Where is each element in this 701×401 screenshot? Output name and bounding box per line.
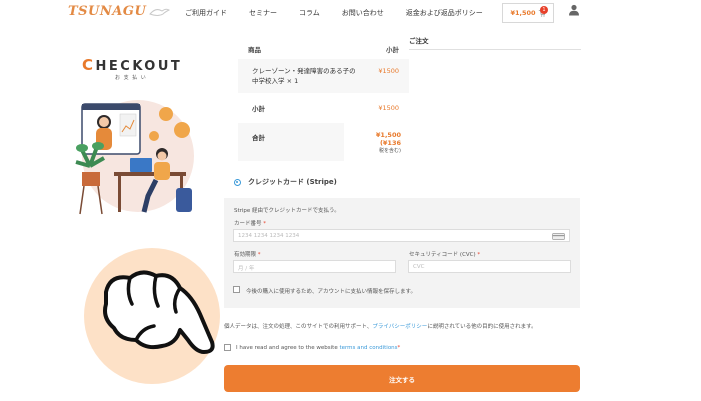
payment-method-label: クレジットカード (Stripe) <box>248 178 337 186</box>
save-payment-label: 今後の購入に使用するため、アカウントに支払い情報を保存します。 <box>246 289 416 295</box>
card-number-placeholder: 1234 1234 1234 1234 <box>238 233 300 239</box>
expiry-input[interactable]: 月 / 年 <box>233 260 396 273</box>
cvc-placeholder: CVC <box>413 264 425 270</box>
total-label: 合計 <box>252 134 265 142</box>
expiry-label: 有効期限 * <box>234 250 261 258</box>
main-nav: ご利用ガイド セミナー コラム お問い合わせ 返金および返品ポリシー <box>185 8 505 18</box>
payment-description: Stripe 経由でクレジットカードで支払う。 <box>234 208 340 214</box>
privacy-policy-link[interactable]: プライバシーポリシー <box>372 324 427 330</box>
nav-column[interactable]: コラム <box>299 8 320 18</box>
privacy-notice: 個人データは、注文の処理、このサイトでの利用サポート、プライバシーポリシーに説明… <box>224 322 537 330</box>
nav-contact[interactable]: お問い合わせ <box>342 8 384 18</box>
card-number-input[interactable]: 1234 1234 1234 1234 <box>233 229 570 242</box>
terms-label: I have read and agree to the website ter… <box>236 345 400 351</box>
logo-text: TSUNAGU <box>68 4 147 19</box>
tax-note: 税を含む) <box>379 148 401 154</box>
card-number-label-text: カード番号 <box>234 221 262 227</box>
expiry-placeholder: 月 / 年 <box>238 266 255 272</box>
summary-header: 商品 小計 <box>234 40 409 59</box>
card-number-required: * <box>263 221 267 227</box>
cvc-label-text: セキュリティコード (CVC) <box>409 252 476 258</box>
total-value: ¥1,500 (¥136 <box>375 131 401 147</box>
summary-col-subtotal: 小計 <box>386 46 399 54</box>
nav-refund-policy[interactable]: 返金および返品ポリシー <box>406 8 483 18</box>
terms-required: * <box>397 345 401 351</box>
checkout-heading-rest: HECKOUT <box>95 59 183 74</box>
user-account-icon[interactable] <box>568 4 580 16</box>
privacy-text-before: 個人データは、注文の処理、このサイトでの利用サポート、 <box>224 324 373 330</box>
order-tab-label: ご注文 <box>409 37 429 45</box>
cart-price: ¥1,500 <box>510 9 536 17</box>
terms-link[interactable]: terms and conditions <box>339 345 397 351</box>
save-payment-checkbox[interactable] <box>233 286 240 293</box>
cvc-required: * <box>477 252 481 258</box>
cvc-label: セキュリティコード (CVC) * <box>409 250 480 258</box>
summary-total-row: 合計 <box>238 123 344 161</box>
summary-col-product: 商品 <box>248 46 261 54</box>
cart-count-badge: 1 <box>540 6 548 14</box>
pointing-hand-icon <box>84 248 220 384</box>
online-lesson-illustration <box>75 100 194 215</box>
credit-card-icon <box>552 233 565 240</box>
cart-button[interactable]: ¥1,500 1 <box>502 3 554 23</box>
summary-product-row: クレーゾーン・発達障害のある子の中学校入学 × 1 ¥1500 <box>238 59 409 93</box>
product-price: ¥1500 <box>378 67 399 75</box>
nav-guide[interactable]: ご利用ガイド <box>185 8 227 18</box>
subtotal-label: 小計 <box>252 105 265 113</box>
payment-radio[interactable] <box>234 178 241 186</box>
checkout-heading-initial: C <box>82 56 96 74</box>
checkout-subheading: お 支 払 い <box>115 75 147 81</box>
card-number-label: カード番号 * <box>234 219 266 227</box>
order-tab-divider <box>409 49 581 50</box>
privacy-text-after: に説明されている他の目的に使用されます。 <box>427 324 537 330</box>
expiry-label-text: 有効期限 <box>234 252 257 258</box>
payment-method-stripe[interactable]: クレジットカード (Stripe) <box>234 177 337 187</box>
site-header: TSUNAGU ご利用ガイド セミナー コラム お問い合わせ 返金および返品ポリ… <box>0 0 701 26</box>
place-order-button[interactable]: 注文する <box>224 365 580 392</box>
nav-seminar[interactable]: セミナー <box>249 8 277 18</box>
product-name: クレーゾーン・発達障害のある子の中学校入学 × 1 <box>252 67 356 85</box>
logo-bird-icon <box>149 8 171 16</box>
subtotal-value: ¥1500 <box>378 104 399 112</box>
cvc-input[interactable]: CVC <box>408 260 571 273</box>
site-logo[interactable]: TSUNAGU <box>68 4 171 19</box>
total-amount: ¥1,500 (¥136 税を含む) <box>353 131 401 154</box>
summary-subtotal-row: 小計 ¥1500 <box>238 93 409 123</box>
terms-checkbox[interactable] <box>224 344 231 351</box>
expiry-required: * <box>257 252 261 258</box>
checkout-heading: CHECKOUT <box>82 56 182 74</box>
terms-text-before: I have read and agree to the website <box>236 345 340 351</box>
